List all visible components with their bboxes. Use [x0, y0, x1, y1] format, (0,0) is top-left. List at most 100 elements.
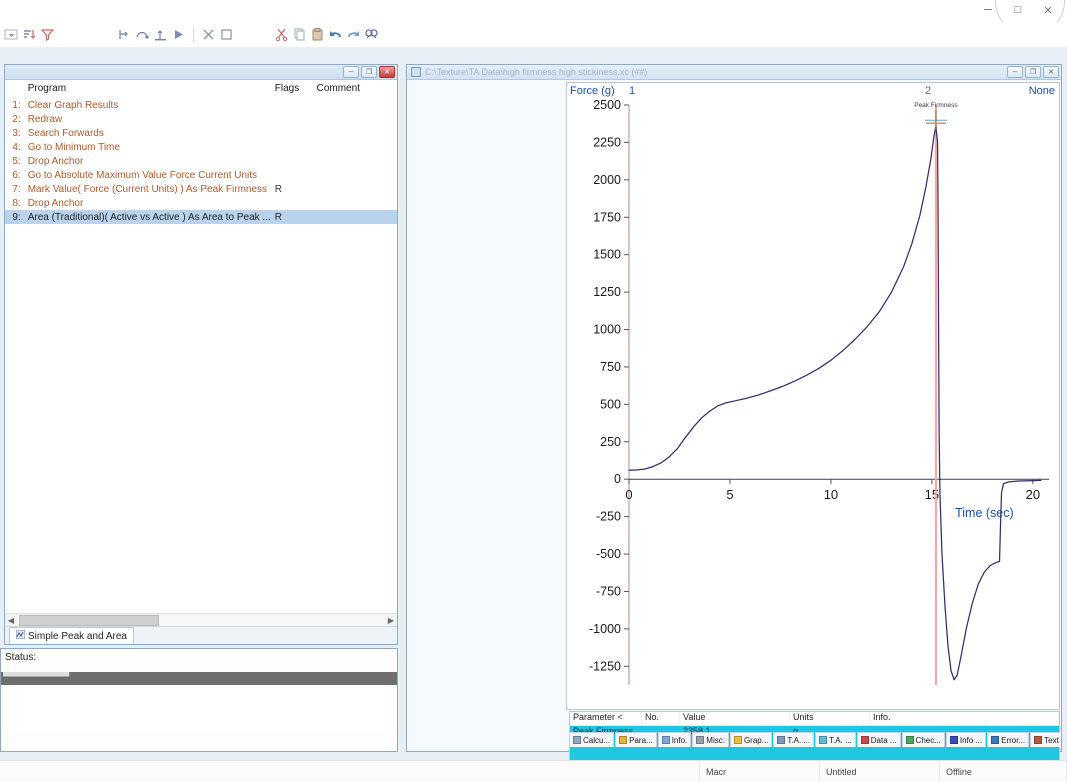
axis-selector-1[interactable]: 1 — [629, 85, 635, 97]
program-row[interactable]: 8:Drop Anchor — [5, 196, 397, 210]
stop-icon[interactable] — [219, 27, 234, 42]
ta-settings-icon — [777, 736, 785, 744]
results-header-info[interactable]: Info. — [870, 712, 1059, 725]
program-restore-button[interactable]: ❐ — [361, 66, 377, 78]
program-row[interactable]: 2:Redraw — [5, 112, 397, 126]
program-row-number: 1: — [5, 98, 26, 112]
minimize-button[interactable]: ─ — [973, 0, 1003, 20]
y-axis-tick-label: -1250 — [589, 659, 621, 673]
program-list-body: Program Flags Comment 1:Clear Graph Resu… — [5, 80, 397, 612]
status-document: Untitled — [820, 761, 940, 782]
results-header-value[interactable]: Value — [680, 712, 790, 725]
y-axis-tick-label: 1750 — [593, 210, 621, 224]
step-out-icon[interactable] — [153, 27, 168, 42]
graph-minimize-button[interactable]: ─ — [1007, 66, 1023, 78]
y-axis-tick-label: 2500 — [593, 99, 621, 112]
bottom-tab[interactable]: Info. — [658, 732, 692, 747]
paste-icon[interactable] — [310, 27, 325, 42]
bottom-tab[interactable]: Text — [1030, 732, 1060, 747]
program-row-flags — [273, 140, 315, 154]
tab-simple-peak-and-area[interactable]: Simple Peak and Area — [9, 627, 134, 644]
toolbar-group-edit — [274, 27, 379, 42]
program-horizontal-scrollbar[interactable]: ◀ ▶ — [5, 613, 397, 626]
graph-window-controls: ─ ❐ ✕ — [1007, 66, 1059, 78]
program-row[interactable]: 4:Go to Minimum Time — [5, 140, 397, 154]
program-row-number: 9: — [5, 210, 26, 224]
program-row[interactable]: 3:Search Forwards — [5, 126, 397, 140]
bottom-tab-label: Data ... — [871, 736, 897, 745]
program-row[interactable]: 1:Clear Graph Results — [5, 98, 397, 112]
bottom-tab-label: Grap... — [744, 736, 768, 745]
force-time-curve-chart[interactable]: 25002250200017501500125010007505002500-2… — [567, 99, 1061, 709]
calculation-icon — [573, 736, 581, 744]
bottom-tab[interactable]: Data ... — [857, 732, 901, 747]
header-comment: Comment — [315, 80, 397, 98]
text-icon — [1034, 736, 1042, 744]
program-row-number: 3: — [5, 126, 26, 140]
bottom-tab[interactable]: Grap... — [730, 732, 772, 747]
program-row-label: Drop Anchor — [26, 196, 273, 210]
bottom-tab-label: Text — [1044, 736, 1059, 745]
program-row[interactable]: 7:Mark Value( Force (Current Units) ) As… — [5, 182, 397, 196]
bottom-tab[interactable]: Para... — [615, 732, 657, 747]
bottom-tab-label: Calcu... — [583, 736, 610, 745]
program-row-number: 7: — [5, 182, 26, 196]
y-axis-tick-label: 1500 — [593, 248, 621, 262]
redo-icon[interactable] — [346, 27, 361, 42]
plot-panel[interactable]: Force (g) 1 2 None 250022502000175015001… — [566, 82, 1060, 710]
scroll-track[interactable] — [17, 615, 385, 626]
scroll-left-icon[interactable]: ◀ — [5, 616, 17, 625]
bottom-tab[interactable]: T.A. ... — [773, 732, 814, 747]
results-header-parameter[interactable]: Parameter < — [570, 712, 642, 725]
y-axis-tick-label: 2000 — [593, 173, 621, 187]
data-curve[interactable] — [629, 126, 1041, 680]
program-row-comment — [315, 196, 397, 210]
copy-icon[interactable] — [292, 27, 307, 42]
program-row-number: 6: — [5, 168, 26, 182]
program-row[interactable]: 6:Go to Absolute Maximum Value Force Cur… — [5, 168, 397, 182]
scroll-thumb[interactable] — [19, 615, 159, 626]
misc-icon — [696, 736, 704, 744]
axis-selector-2[interactable]: 2 — [925, 85, 931, 97]
toolbar-group-macro — [117, 27, 234, 42]
program-row[interactable]: 5:Drop Anchor — [5, 154, 397, 168]
y-axis-tick-label: 1000 — [593, 323, 621, 337]
graph-window-title: C:\Texture\TA Data\high firmness high st… — [425, 67, 647, 77]
program-minimize-button[interactable]: ─ — [343, 66, 359, 78]
window-controls: ─ □ ✕ — [973, 0, 1063, 22]
step-into-icon[interactable] — [117, 27, 132, 42]
bottom-tab[interactable]: Info ... — [946, 732, 986, 747]
cut-icon[interactable] — [274, 27, 289, 42]
bottom-tab[interactable]: Error... — [987, 732, 1029, 747]
program-row-flags: R — [273, 182, 315, 196]
program-row[interactable]: 9:Area (Traditional)( Active vs Active )… — [5, 210, 397, 224]
run-icon[interactable] — [171, 27, 186, 42]
status-mode: Macr — [700, 761, 820, 782]
program-row-comment — [315, 154, 397, 168]
y-axis-tick-label: 1250 — [593, 285, 621, 299]
close-button[interactable]: ✕ — [1033, 0, 1063, 20]
bottom-tab[interactable]: Misc. — [692, 732, 729, 747]
bottom-tab[interactable]: Calcu... — [569, 732, 614, 747]
results-header-units[interactable]: Units — [790, 712, 870, 725]
application-status-bar: Macr Untitled Offline — [0, 760, 1067, 782]
program-row-number: 8: — [5, 196, 26, 210]
dropdown-icon[interactable] — [4, 27, 19, 42]
maximize-button[interactable]: □ — [1003, 0, 1033, 20]
scroll-right-icon[interactable]: ▶ — [385, 616, 397, 625]
program-row-flags — [273, 98, 315, 112]
bottom-tab[interactable]: T.A. ... — [815, 732, 856, 747]
program-close-button[interactable]: ✕ — [379, 66, 395, 78]
sort-filter-icon[interactable] — [40, 27, 55, 42]
graph-restore-button[interactable]: ❐ — [1025, 66, 1041, 78]
breakpoint-icon[interactable] — [201, 27, 216, 42]
graph-close-button[interactable]: ✕ — [1043, 66, 1059, 78]
axis-selector-none[interactable]: None — [1029, 85, 1055, 97]
undo-icon[interactable] — [328, 27, 343, 42]
sort-ascending-icon[interactable] — [22, 27, 37, 42]
step-over-icon[interactable] — [135, 27, 150, 42]
results-header-no[interactable]: No. — [642, 712, 680, 725]
bottom-tab[interactable]: Chec... — [902, 732, 945, 747]
find-icon[interactable] — [364, 27, 379, 42]
status-empty-cell — [0, 761, 700, 782]
